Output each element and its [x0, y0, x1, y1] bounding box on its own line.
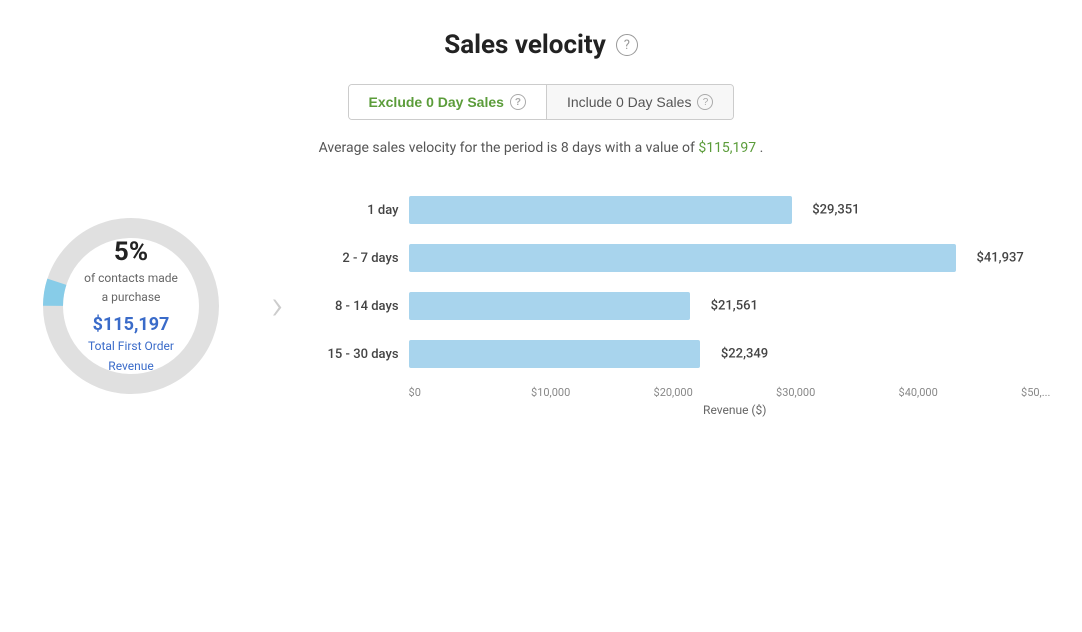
x-tick: $20,000 — [654, 386, 777, 399]
bar-value: $29,351 — [812, 203, 859, 218]
include-0-day-button[interactable]: Include 0 Day Sales ? — [547, 85, 734, 119]
summary-prefix: Average sales velocity for the period is… — [319, 140, 695, 156]
bar-track: $22,349 — [409, 340, 1061, 368]
donut-label-contacts: of contacts madea purchase — [84, 270, 178, 304]
exclude-0-day-button[interactable]: Exclude 0 Day Sales ? — [349, 85, 547, 119]
bar-fill: $22,349 — [409, 340, 701, 368]
x-tick: $0 — [409, 386, 532, 399]
bar-fill: $41,937 — [409, 244, 956, 272]
donut-revenue: $115,197 — [84, 314, 178, 335]
include-help-icon[interactable]: ? — [697, 94, 713, 110]
bar-track: $21,561 — [409, 292, 1061, 320]
arrow-section: › — [271, 281, 284, 330]
x-tick: $40,000 — [899, 386, 1022, 399]
arrow-icon: › — [271, 281, 284, 330]
bar-fill: $21,561 — [409, 292, 690, 320]
chart-section: 1 day $29,351 2 - 7 days $41,937 8 - 14 days… — [314, 184, 1061, 427]
bar-fill: $29,351 — [409, 196, 792, 224]
x-axis-label: Revenue ($) — [314, 403, 1061, 417]
page-container: Sales velocity ? Exclude 0 Day Sales ? I… — [0, 0, 1082, 632]
bar-label: 1 day — [314, 203, 399, 218]
exclude-help-icon[interactable]: ? — [510, 94, 526, 110]
summary-suffix: . — [760, 140, 764, 156]
page-title: Sales velocity — [444, 30, 606, 60]
x-tick: $10,000 — [531, 386, 654, 399]
donut-center: 5% of contacts madea purchase $115,197 T… — [84, 236, 178, 374]
x-axis: $0$10,000$20,000$30,000$40,000$50,... — [314, 386, 1061, 399]
donut-percent: 5% — [84, 236, 178, 266]
bar-track: $41,937 — [409, 244, 1061, 272]
toggle-row: Exclude 0 Day Sales ? Include 0 Day Sale… — [348, 84, 735, 120]
bar-value: $22,349 — [721, 347, 768, 362]
bar-row: 1 day $29,351 — [314, 194, 1061, 226]
x-tick: $30,000 — [776, 386, 899, 399]
main-content: 5% of contacts madea purchase $115,197 T… — [21, 184, 1061, 427]
donut-section: 5% of contacts madea purchase $115,197 T… — [21, 206, 241, 406]
summary-value: $115,197 — [698, 140, 756, 156]
donut-label-revenue: Total First OrderRevenue — [88, 339, 174, 373]
bar-label: 2 - 7 days — [314, 251, 399, 266]
bar-track: $29,351 — [409, 196, 1061, 224]
bar-value: $41,937 — [977, 251, 1024, 266]
bar-chart-grid: 1 day $29,351 2 - 7 days $41,937 8 - 14 days… — [314, 194, 1061, 370]
donut-chart: 5% of contacts madea purchase $115,197 T… — [31, 206, 231, 406]
bar-row: 15 - 30 days $22,349 — [314, 338, 1061, 370]
summary-text: Average sales velocity for the period is… — [319, 140, 764, 156]
x-tick: $50,... — [1021, 386, 1061, 399]
bar-row: 8 - 14 days $21,561 — [314, 290, 1061, 322]
bar-value: $21,561 — [711, 299, 758, 314]
title-help-icon[interactable]: ? — [616, 34, 638, 56]
bar-row: 2 - 7 days $41,937 — [314, 242, 1061, 274]
exclude-0-day-label: Exclude 0 Day Sales — [369, 94, 504, 110]
bar-label: 8 - 14 days — [314, 299, 399, 314]
include-0-day-label: Include 0 Day Sales — [567, 94, 692, 110]
title-row: Sales velocity ? — [444, 30, 638, 60]
bar-label: 15 - 30 days — [314, 347, 399, 362]
